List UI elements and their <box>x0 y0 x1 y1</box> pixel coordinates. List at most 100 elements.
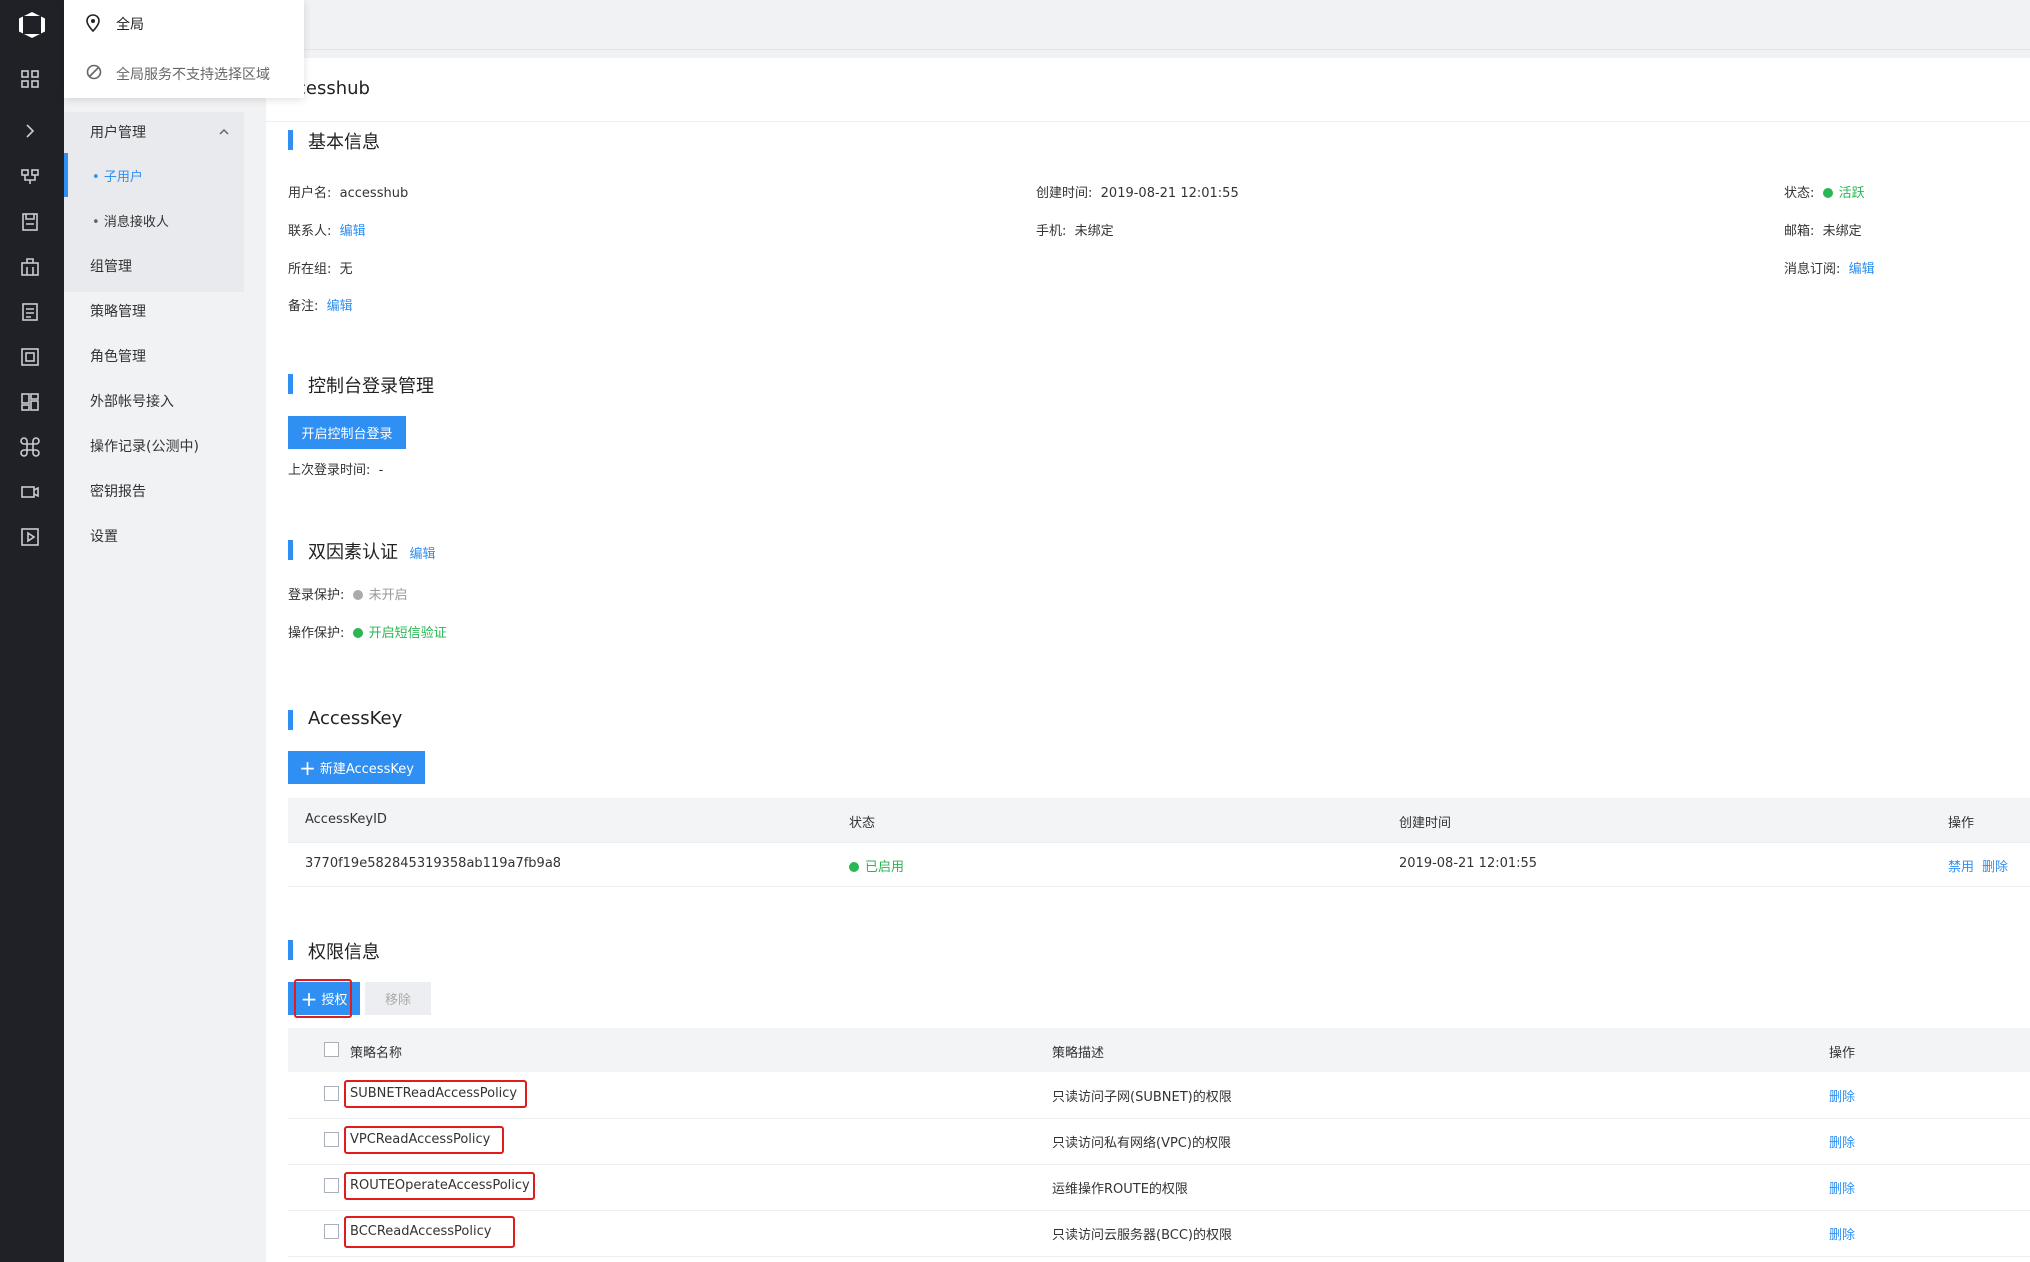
region-selector-popover: 全局 全局服务不支持选择区域 <box>64 0 304 98</box>
col-policy-actions: 操作 <box>1829 1046 1856 1061</box>
policy-desc: 只读访问云服务器(BCC)的权限 <box>1052 1228 1232 1243</box>
status-row: 状态: 活跃 <box>1784 186 1865 201</box>
delete-policy-link[interactable]: 删除 <box>1829 1224 1855 1243</box>
group-value: 无 <box>339 262 353 277</box>
page-header: cesshub <box>266 58 2030 122</box>
console-login-title: 控制台登录管理 <box>288 372 434 398</box>
twofa-edit-link[interactable]: 编辑 <box>409 547 435 562</box>
status-badge: 活跃 <box>1838 186 1865 201</box>
login-protection-row: 登录保护: 未开启 <box>288 588 408 603</box>
select-all-checkbox[interactable] <box>324 1042 339 1057</box>
delete-accesskey-link[interactable]: 删除 <box>1982 856 2008 875</box>
policy-desc: 只读访问子网(SUBNET)的权限 <box>1052 1090 1232 1105</box>
twofa-title: 双因素认证 编辑 <box>288 538 435 564</box>
cloud-logo-icon[interactable] <box>0 0 64 50</box>
server-icon[interactable] <box>19 346 41 368</box>
enable-console-login-button[interactable]: 开启控制台登录 <box>288 416 406 449</box>
phone-row: 手机: 未绑定 <box>1036 224 1114 239</box>
sidebar-item-operation-logs[interactable]: 操作记录(公测中) <box>90 436 199 456</box>
policy-highlight <box>344 1126 504 1154</box>
subscribe-row: 消息订阅: 编辑 <box>1784 262 1875 277</box>
delete-policy-link[interactable]: 删除 <box>1829 1086 1855 1105</box>
region-current-label: 全局 <box>116 17 144 33</box>
op-protection-row: 操作保护: 开启短信验证 <box>288 626 447 641</box>
accesskey-status: 已启用 <box>849 856 904 875</box>
policy-desc: 只读访问私有网络(VPC)的权限 <box>1052 1136 1231 1151</box>
media-play-icon[interactable] <box>19 526 41 548</box>
policy-highlight <box>344 1172 535 1200</box>
created-row: 创建时间: 2019-08-21 12:01:55 <box>1036 186 1239 201</box>
dashboard-grid-icon[interactable] <box>19 68 41 90</box>
chevron-up-icon[interactable] <box>218 126 230 138</box>
last-login-row: 上次登录时间: - <box>288 463 384 478</box>
contact-row: 联系人: 编辑 <box>288 224 366 239</box>
username-row: 用户名: accesshub <box>288 186 409 201</box>
region-notice: 全局服务不支持选择区域 <box>116 67 270 83</box>
new-accesskey-button[interactable]: + 新建AccessKey <box>288 751 425 784</box>
op-protection-dot-icon <box>352 628 363 638</box>
email-row: 邮箱: 未绑定 <box>1784 224 1862 239</box>
plus-icon: + <box>299 755 316 780</box>
remark-edit-link[interactable]: 编辑 <box>327 299 353 314</box>
accesskey-id: 3770f19e582845319358ab119a7fb9a8 <box>305 856 562 871</box>
policy-desc: 运维操作ROUTE的权限 <box>1052 1182 1188 1197</box>
email-value: 未绑定 <box>1822 224 1862 239</box>
remark-row: 备注: 编辑 <box>288 299 353 314</box>
document-icon[interactable] <box>19 301 41 323</box>
sidebar-group-label[interactable]: 用户管理 <box>90 122 146 142</box>
col-created: 创建时间 <box>1399 816 1452 831</box>
col-accesskey-id: AccessKeyID <box>305 812 387 827</box>
col-policy-desc: 策略描述 <box>1052 1046 1105 1061</box>
remove-button[interactable]: 移除 <box>365 982 431 1015</box>
accesskey-created: 2019-08-21 12:01:55 <box>1399 856 1538 871</box>
database-icon[interactable] <box>19 256 41 278</box>
region-current[interactable]: 全局 <box>64 0 209 46</box>
row-checkbox[interactable] <box>324 1132 339 1147</box>
accesskey-title: AccessKey <box>288 708 402 730</box>
op-protection-status: 开启短信验证 <box>368 626 447 641</box>
login-protection-status: 未开启 <box>368 588 408 603</box>
sidebar-item-groups[interactable]: 组管理 <box>90 256 132 276</box>
login-protection-dot-icon <box>352 590 363 600</box>
basic-info-title: 基本信息 <box>288 128 380 154</box>
sidebar: 用户管理 • 子用户 • 消息接收人 组管理 策略管理 角色管理 外部帐号接入 … <box>64 50 244 1262</box>
storage-icon[interactable] <box>19 211 41 233</box>
row-checkbox[interactable] <box>324 1086 339 1101</box>
delete-policy-link[interactable]: 删除 <box>1829 1178 1855 1197</box>
map-pin-icon <box>86 14 100 32</box>
delete-policy-link[interactable]: 删除 <box>1829 1132 1855 1151</box>
enabled-dot-icon <box>849 862 859 872</box>
sidebar-item-key-report[interactable]: 密钥报告 <box>90 481 146 501</box>
permissions-table-header: 策略名称 策略描述 操作 <box>288 1028 2030 1072</box>
policy-highlight <box>344 1080 527 1108</box>
col-status: 状态 <box>849 816 876 831</box>
sidebar-item-policies[interactable]: 策略管理 <box>90 301 146 321</box>
accesskey-table-header: AccessKeyID 状态 创建时间 操作 <box>288 798 2030 842</box>
row-checkbox[interactable] <box>324 1224 339 1239</box>
sidebar-active-indicator <box>64 153 68 197</box>
apps-icon[interactable] <box>19 391 41 413</box>
sidebar-item-message-receiver[interactable]: • 消息接收人 <box>92 211 169 230</box>
sidebar-item-settings[interactable]: 设置 <box>90 526 118 546</box>
created-value: 2019-08-21 12:01:55 <box>1100 186 1239 201</box>
sidebar-item-subuser[interactable]: • 子用户 <box>92 166 143 185</box>
sidebar-item-external-accounts[interactable]: 外部帐号接入 <box>90 391 174 411</box>
network-icon[interactable] <box>19 166 41 188</box>
disable-link[interactable]: 禁用 <box>1948 856 1974 875</box>
command-icon[interactable] <box>19 436 41 458</box>
username-value: accesshub <box>339 186 409 201</box>
contact-edit-link[interactable]: 编辑 <box>340 224 366 239</box>
grant-highlight <box>294 979 352 1018</box>
permissions-title: 权限信息 <box>288 938 380 964</box>
expand-chevron-icon[interactable] <box>19 120 41 142</box>
sidebar-item-roles[interactable]: 角色管理 <box>90 346 146 366</box>
col-policy-name: 策略名称 <box>350 1046 403 1061</box>
status-dot-icon <box>1822 188 1833 198</box>
top-bar <box>64 0 2030 50</box>
subscribe-edit-link[interactable]: 编辑 <box>1849 262 1875 277</box>
col-actions: 操作 <box>1948 816 1975 831</box>
video-camera-icon[interactable] <box>19 481 41 503</box>
last-login-value: - <box>378 463 384 478</box>
main-panel: cesshub 基本信息 用户名: accesshub 创建时间: 2019-0… <box>266 58 2030 1262</box>
row-checkbox[interactable] <box>324 1178 339 1193</box>
